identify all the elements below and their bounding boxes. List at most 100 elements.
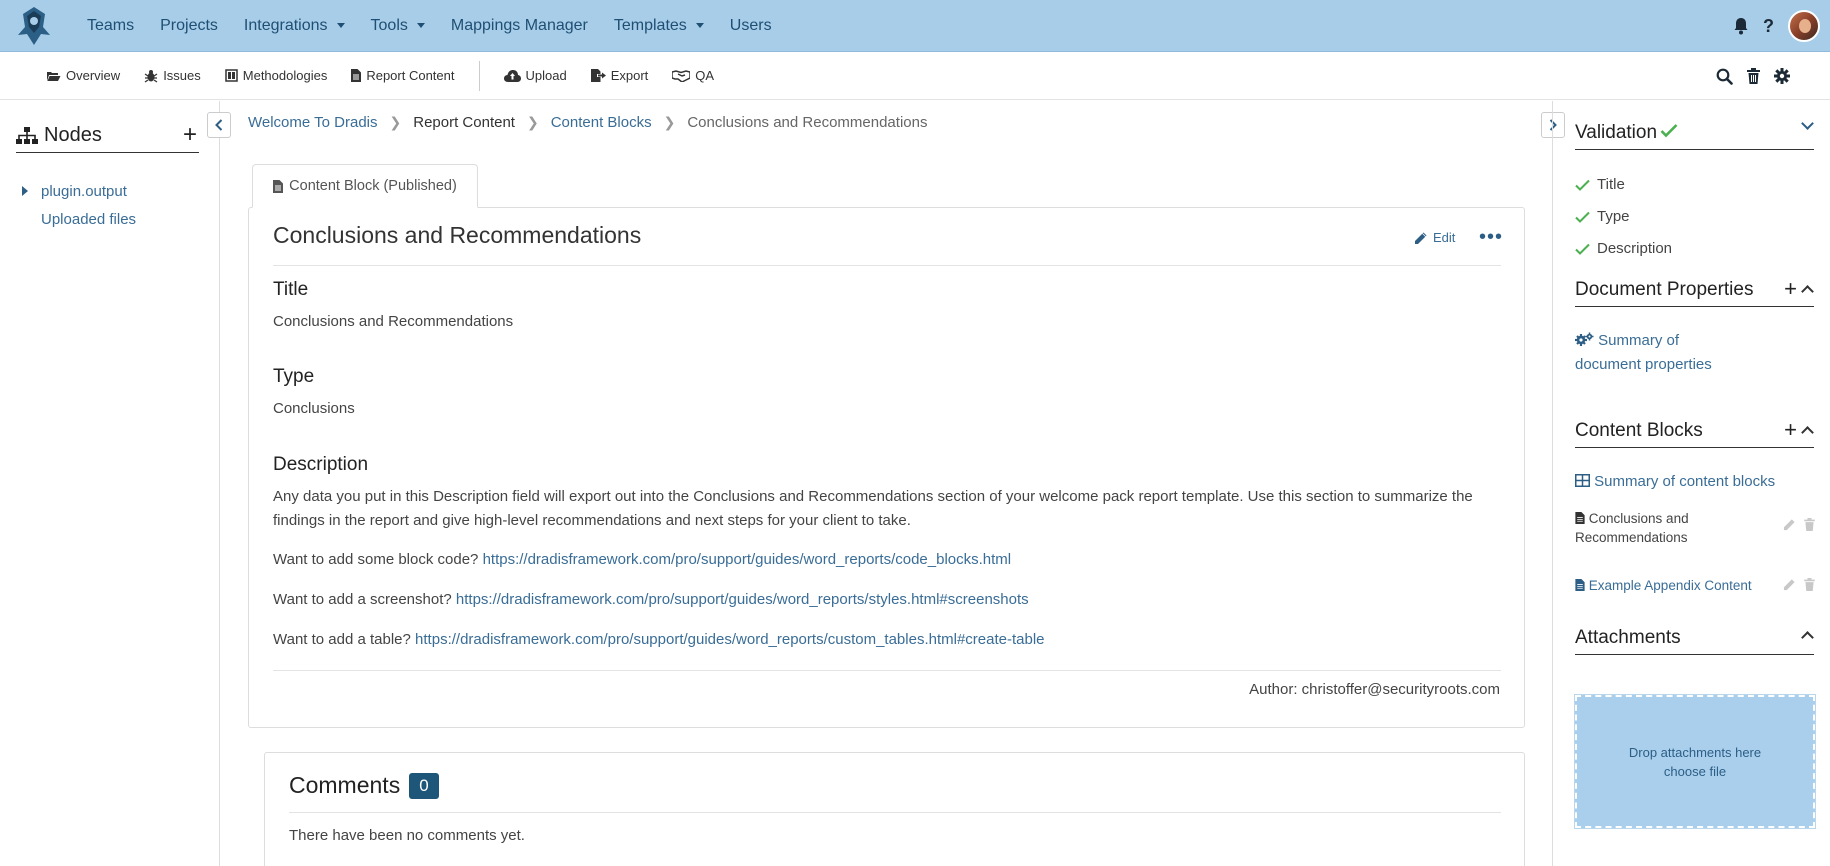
caret-right-icon[interactable]: [22, 186, 28, 196]
tab-issues[interactable]: Issues: [132, 68, 213, 83]
trash-icon[interactable]: [1804, 578, 1815, 591]
content-blocks-header: Content Blocks +: [1575, 414, 1814, 448]
tree-node-uploaded-files[interactable]: Uploaded files: [41, 205, 136, 233]
summary-document-properties-link[interactable]: Summary of document properties: [1575, 329, 1712, 377]
tab-qa[interactable]: QA: [660, 68, 726, 83]
tree-node-label: Uploaded files: [41, 210, 137, 228]
tab-report-content[interactable]: Report Content: [339, 68, 466, 83]
tab-content-block[interactable]: Content Block (Published): [252, 164, 478, 208]
right-sidebar: Validation Title Type Description Docume…: [1552, 101, 1830, 866]
choose-file-link[interactable]: choose file: [1664, 764, 1726, 779]
collapse-validation-button[interactable]: [1801, 117, 1814, 130]
nav-tools-dropdown[interactable]: Tools: [358, 17, 438, 35]
code-blocks-guide-link[interactable]: https://dradisframework.com/pro/support/…: [483, 551, 1012, 568]
bell-icon[interactable]: [1733, 17, 1749, 35]
nav-projects[interactable]: Projects: [147, 17, 231, 35]
summary-content-blocks-link[interactable]: Summary of content blocks: [1575, 470, 1775, 494]
chevron-right-icon: ❯: [526, 114, 539, 130]
help-icon[interactable]: ?: [1763, 16, 1774, 37]
nav-templates-label: Templates: [613, 16, 687, 34]
pencil-icon[interactable]: [1783, 578, 1796, 591]
add-node-button[interactable]: +: [183, 121, 197, 149]
description-line-screenshots: Want to add a screenshot? https://dradis…: [273, 591, 1029, 608]
validation-item-label: Description: [1597, 240, 1673, 257]
cloud-upload-icon: [503, 69, 521, 82]
content-block-item-conclusions: Conclusions and Recommendations: [1575, 509, 1815, 547]
chevron-up-icon[interactable]: [1801, 426, 1814, 439]
trash-icon[interactable]: [1747, 68, 1760, 84]
breadcrumb-content-blocks[interactable]: Content Blocks: [551, 114, 652, 131]
nav-users[interactable]: Users: [717, 17, 785, 35]
tree-node-plugin-output[interactable]: plugin.output: [22, 177, 136, 205]
nav-teams[interactable]: Teams: [74, 17, 147, 35]
content-block-item-title[interactable]: Conclusions and Recommendations: [1575, 509, 1745, 547]
field-title-label: Title: [273, 279, 309, 300]
export-icon: [590, 69, 606, 82]
handshake-icon: [672, 69, 691, 82]
tab-export[interactable]: Export: [579, 68, 661, 83]
tab-overview-label: Overview: [66, 68, 121, 83]
comments-count-badge: 0: [409, 772, 439, 799]
attachments-dropzone[interactable]: Drop attachments here choose file: [1574, 694, 1816, 829]
breadcrumb-report-content: Report Content: [413, 114, 515, 131]
file-icon: [273, 179, 284, 193]
trash-icon[interactable]: [1804, 518, 1815, 531]
author-text: Author: christoffer@securityroots.com: [1249, 681, 1500, 698]
file-icon: [1575, 512, 1585, 524]
chevron-right-icon: ❯: [389, 114, 402, 130]
document-properties-controls: +: [1784, 278, 1814, 300]
tab-report-content-label: Report Content: [366, 68, 455, 83]
screenshots-guide-link[interactable]: https://dradisframework.com/pro/support/…: [456, 591, 1029, 608]
content-block-item-actions: [1783, 518, 1815, 531]
content-block-item-title[interactable]: Example Appendix Content: [1575, 576, 1775, 595]
chevron-left-icon: [215, 119, 223, 131]
sitemap-icon: [16, 126, 38, 144]
caret-down-icon: [416, 23, 425, 28]
dradis-logo-icon: [18, 6, 50, 45]
edit-label: Edit: [1433, 230, 1456, 245]
edit-button[interactable]: Edit: [1414, 230, 1455, 245]
add-document-property-button[interactable]: +: [1784, 278, 1797, 300]
chevron-up-icon[interactable]: [1801, 285, 1814, 298]
dropzone-text: Drop attachments here: [1628, 744, 1762, 760]
tab-upload-label: Upload: [525, 68, 567, 83]
collapse-left-sidebar-button[interactable]: [207, 112, 231, 138]
dradis-logo[interactable]: [12, 4, 56, 48]
user-avatar[interactable]: [1788, 10, 1820, 42]
project-toolbar: Overview Issues Methodologies Report Con…: [0, 52, 1830, 100]
content-blocks-controls: +: [1784, 419, 1814, 441]
breadcrumb-current: Conclusions and Recommendations: [687, 114, 928, 131]
nav-templates-dropdown[interactable]: Templates: [601, 17, 717, 35]
more-options-button[interactable]: •••: [1479, 226, 1503, 249]
add-content-block-button[interactable]: +: [1784, 419, 1797, 441]
nav-integrations-dropdown[interactable]: Integrations: [231, 17, 358, 35]
nav-integrations-label: Integrations: [243, 16, 328, 34]
chevron-right-icon: ❯: [663, 114, 676, 130]
validation-item-description: Description: [1575, 240, 1672, 257]
breadcrumb-project[interactable]: Welcome To Dradis: [248, 114, 378, 131]
bug-icon: [144, 69, 158, 83]
search-icon[interactable]: [1716, 68, 1733, 85]
field-type-value: Conclusions: [273, 400, 355, 417]
tab-overview[interactable]: Overview: [34, 68, 132, 83]
tab-methodologies[interactable]: Methodologies: [213, 68, 340, 83]
collapse-attachments-button[interactable]: [1801, 628, 1814, 644]
validation-item-title: Title: [1575, 176, 1625, 193]
nav-mappings-manager[interactable]: Mappings Manager: [438, 17, 601, 35]
description-line-code-blocks: Want to add some block code? https://dra…: [273, 551, 1011, 568]
tables-guide-link[interactable]: https://dradisframework.com/pro/support/…: [415, 631, 1044, 648]
pencil-icon[interactable]: [1783, 518, 1796, 531]
content-blocks-title: Content Blocks: [1575, 419, 1703, 441]
nodes-title: Nodes: [44, 124, 102, 146]
tab-upload[interactable]: Upload: [492, 68, 579, 83]
gear-icon[interactable]: [1774, 68, 1790, 84]
attachments-header: Attachments: [1575, 621, 1814, 655]
check-icon: [1660, 124, 1678, 138]
tree-node-label: plugin.output: [41, 182, 127, 200]
description-line-tables: Want to add a table? https://dradisframe…: [273, 631, 1045, 648]
document-properties-header: Document Properties +: [1575, 273, 1814, 307]
field-description-text: Any data you put in this Description fie…: [273, 488, 1473, 529]
check-icon: [1575, 243, 1590, 255]
content-block-item-line2: Recommendations: [1575, 530, 1688, 545]
content-block-item-actions: [1783, 578, 1815, 591]
